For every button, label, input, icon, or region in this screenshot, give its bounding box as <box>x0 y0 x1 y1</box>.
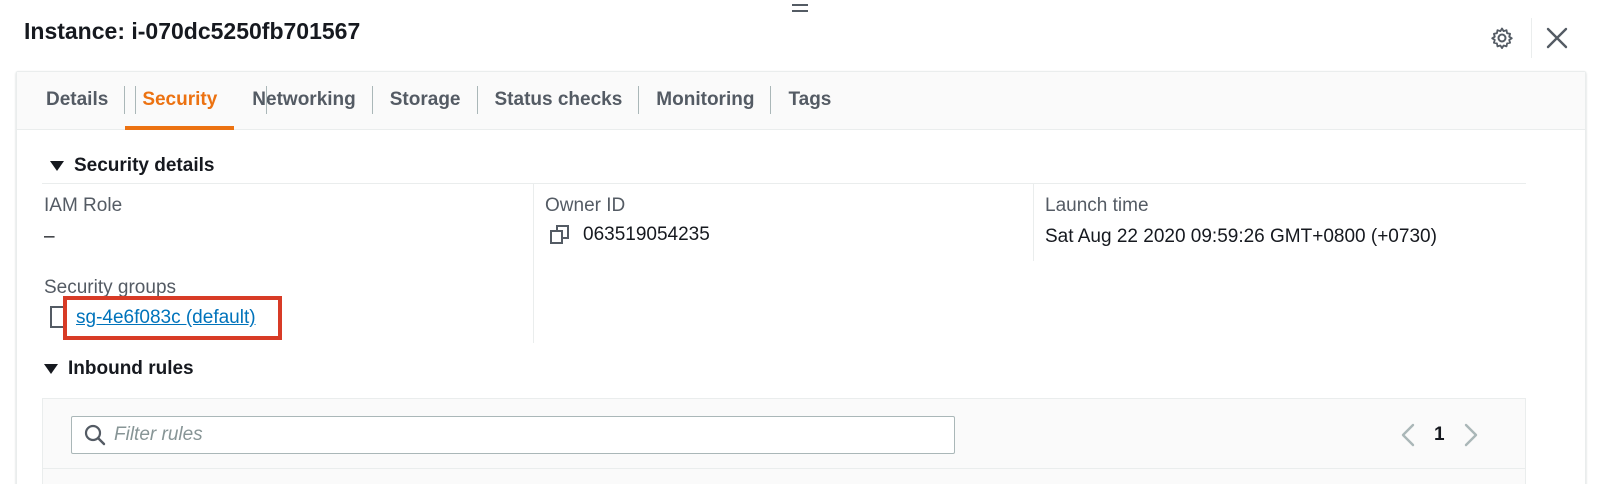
tab-label: Status checks <box>494 89 623 110</box>
security-group-link[interactable]: sg-4e6f083c (default) <box>63 296 282 340</box>
pagination: 1 <box>1396 420 1483 450</box>
tab-label: Networking <box>252 89 356 110</box>
owner-id-value: 063519054235 <box>549 224 710 246</box>
tab-label: Tags <box>788 89 832 110</box>
tab-label: Details <box>46 89 109 110</box>
tab-storage[interactable]: Storage <box>373 71 478 129</box>
owner-id-label: Owner ID <box>545 195 626 216</box>
table-header-divider <box>42 468 1526 469</box>
tab-status-checks[interactable]: Status checks <box>478 71 640 129</box>
inbound-rules-toggle[interactable]: Inbound rules <box>44 358 194 380</box>
column-divider <box>1033 183 1034 261</box>
tab-label: Storage <box>389 89 461 110</box>
page-number[interactable]: 1 <box>1434 424 1445 446</box>
tab-networking[interactable]: Networking <box>235 71 373 129</box>
page-title: Instance: i-070dc5250fb701567 <box>24 18 361 44</box>
header-divider <box>1531 18 1532 58</box>
tab-label: Monitoring <box>656 89 755 110</box>
iam-role-value: – <box>44 226 55 247</box>
tab-divider <box>266 86 267 114</box>
chevron-left-icon[interactable] <box>1396 420 1420 450</box>
section-title: Inbound rules <box>68 358 194 379</box>
tab-monitoring[interactable]: Monitoring <box>639 71 772 129</box>
filter-rules-field[interactable] <box>71 416 955 454</box>
launch-time-label: Launch time <box>1045 195 1149 216</box>
gear-icon[interactable] <box>1489 25 1515 51</box>
tab-bar: Details Security Networking Storage Stat… <box>17 72 1585 130</box>
filter-rules-input[interactable] <box>114 424 934 446</box>
search-icon <box>84 424 106 446</box>
section-title: Security details <box>74 155 215 176</box>
column-divider <box>533 183 534 343</box>
caret-down-icon <box>50 161 64 171</box>
chevron-right-icon[interactable] <box>1459 420 1483 450</box>
iam-role-label: IAM Role <box>44 195 123 216</box>
section-divider <box>42 183 1526 184</box>
tab-security[interactable]: Security <box>125 71 235 130</box>
tab-divider <box>135 86 136 114</box>
copy-icon[interactable] <box>549 224 571 246</box>
close-icon[interactable] <box>1544 25 1570 51</box>
tab-tags[interactable]: Tags <box>771 71 848 129</box>
resize-handle[interactable] <box>792 4 808 14</box>
tab-details[interactable]: Details <box>29 71 126 129</box>
launch-time-value: Sat Aug 22 2020 09:59:26 GMT+0800 (+0730… <box>1045 226 1437 247</box>
security-details-toggle[interactable]: Security details <box>50 155 214 177</box>
tab-label: Security <box>142 89 218 110</box>
caret-down-icon <box>44 364 58 374</box>
